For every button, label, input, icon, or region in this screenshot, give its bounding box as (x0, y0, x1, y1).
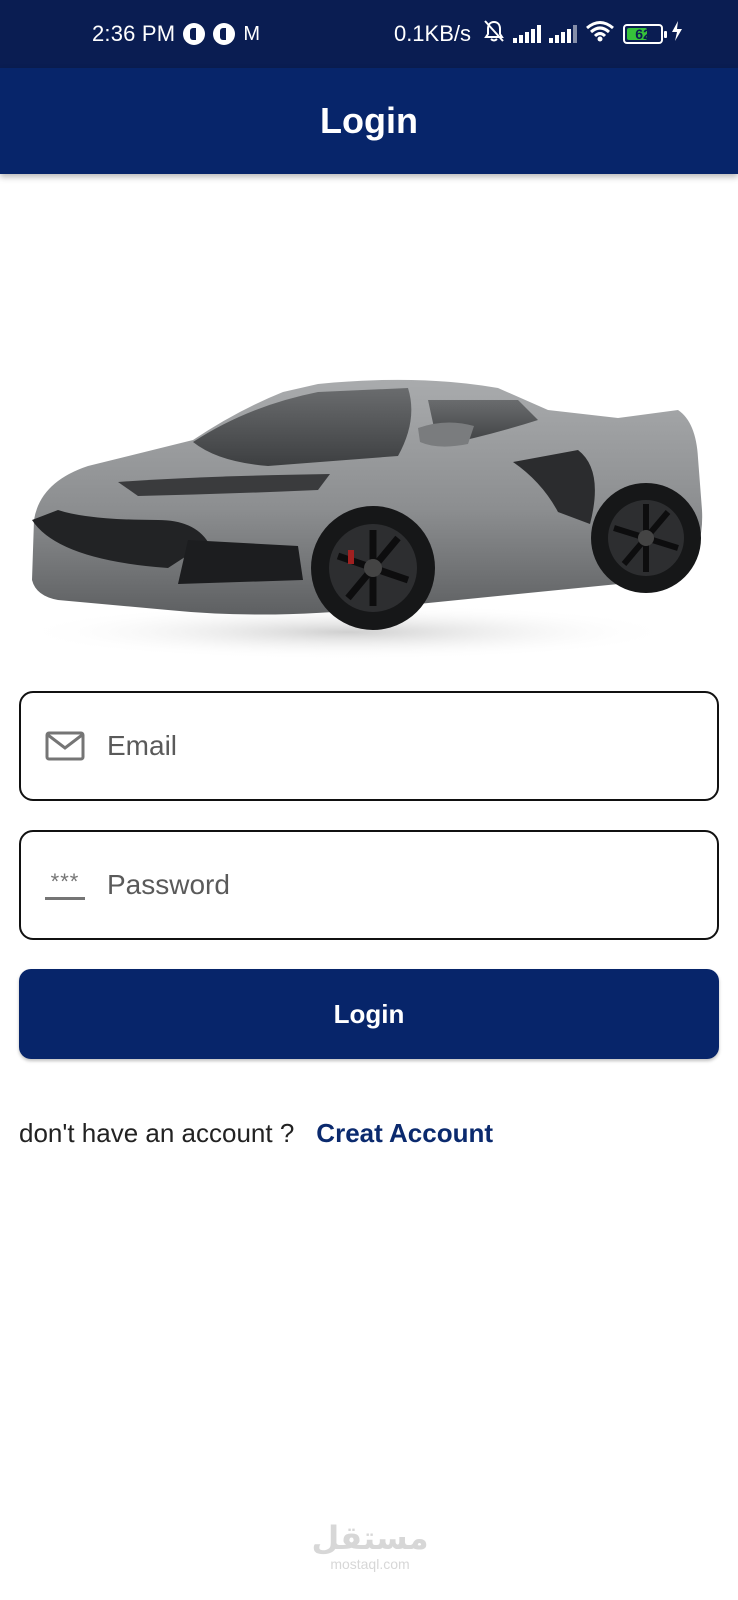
create-account-link[interactable]: Creat Account (316, 1118, 493, 1149)
status-right: 0.1KB/s 62 (394, 19, 683, 49)
app-notification-icon (183, 23, 206, 45)
car-image (18, 379, 703, 660)
app-notification-icon-2 (213, 23, 236, 45)
password-input[interactable] (107, 869, 717, 901)
wifi-icon (585, 20, 615, 48)
email-field[interactable] (19, 691, 719, 801)
mute-bell-icon (483, 19, 505, 49)
password-field[interactable]: *** (19, 830, 719, 940)
email-icon (45, 731, 85, 761)
signal-icon-2 (549, 25, 577, 43)
status-time: 2:36 PM (92, 21, 176, 46)
gmail-icon: M (243, 22, 261, 45)
password-icon-stars: *** (50, 868, 80, 894)
charging-icon (671, 21, 683, 47)
login-button[interactable]: Login (19, 969, 719, 1059)
battery-icon: 62 (623, 24, 667, 44)
signup-prompt: don't have an account ? (19, 1118, 295, 1148)
battery-level: 62 (635, 26, 651, 42)
watermark: مستقل mostaql.com (300, 1522, 440, 1572)
network-speed: 0.1KB/s (393, 21, 471, 46)
signal-icon (513, 25, 541, 43)
status-bar: 2:36 PM M 0.1KB/s 62 (0, 0, 738, 68)
status-left: 2:36 PM M (92, 21, 260, 47)
email-input[interactable] (107, 730, 717, 762)
signup-row: don't have an account ? Creat Account (19, 1118, 493, 1149)
watermark-text: mostaql.com (330, 1556, 410, 1572)
page-title: Login (320, 100, 418, 141)
app-bar: Login (0, 68, 738, 174)
watermark-logo: مستقل (311, 1519, 429, 1557)
password-icon: *** (45, 868, 85, 900)
